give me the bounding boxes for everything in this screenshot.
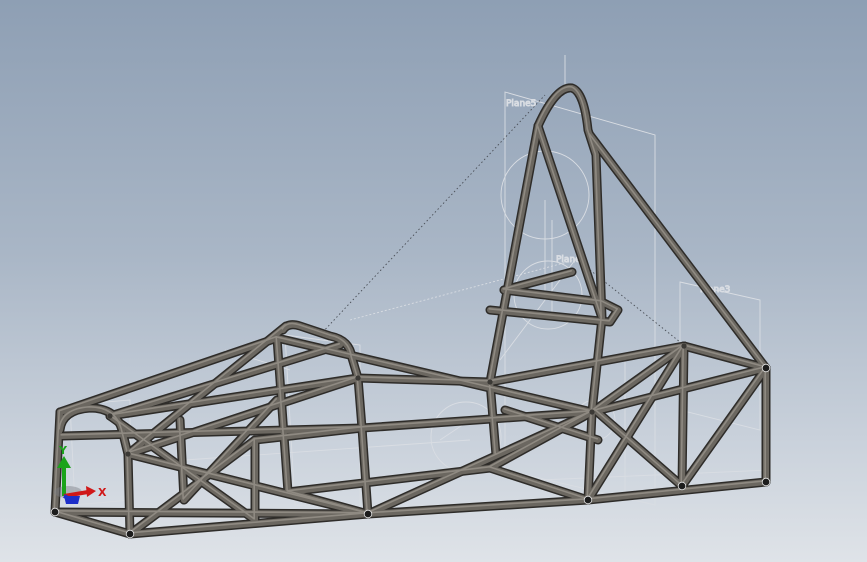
tube-member-highlight <box>286 465 490 492</box>
sketch-line <box>319 94 546 336</box>
tube-joint-node <box>681 343 687 349</box>
tube-joint-node <box>50 507 60 517</box>
graphics-viewport[interactable]: Plane5 Plane4 Plane3 Y X <box>0 0 867 562</box>
tube-member[interactable] <box>487 465 591 503</box>
frame-model-view[interactable]: Plane5 Plane4 Plane3 Y X <box>0 0 867 562</box>
y-axis-label: Y <box>58 444 68 457</box>
x-axis-label: X <box>98 486 107 499</box>
tube-member-highlight <box>128 437 255 534</box>
tube-joint-node <box>107 413 113 419</box>
tube-member-highlight <box>588 132 766 368</box>
tube-joint-node <box>761 363 771 373</box>
plane-label: Plane5 <box>506 99 536 109</box>
tube-member[interactable] <box>127 437 258 537</box>
tube-joint-node <box>125 451 131 457</box>
z-axis-arrow-icon <box>63 494 80 504</box>
tube-joint-node <box>761 477 771 487</box>
tube-member-highlight <box>488 465 588 500</box>
tube-joint-node <box>589 409 595 415</box>
tube-joint-node <box>487 379 493 385</box>
coordinate-triad[interactable]: Y X <box>54 444 107 504</box>
tube-frame[interactable] <box>52 84 769 537</box>
tube-member[interactable] <box>285 465 493 495</box>
tube-joint-node <box>677 481 687 491</box>
tube-joint-node <box>583 495 593 505</box>
tube-joint-node <box>363 509 373 519</box>
tube-joint-node <box>125 529 135 539</box>
tube-joint-node <box>355 375 361 381</box>
